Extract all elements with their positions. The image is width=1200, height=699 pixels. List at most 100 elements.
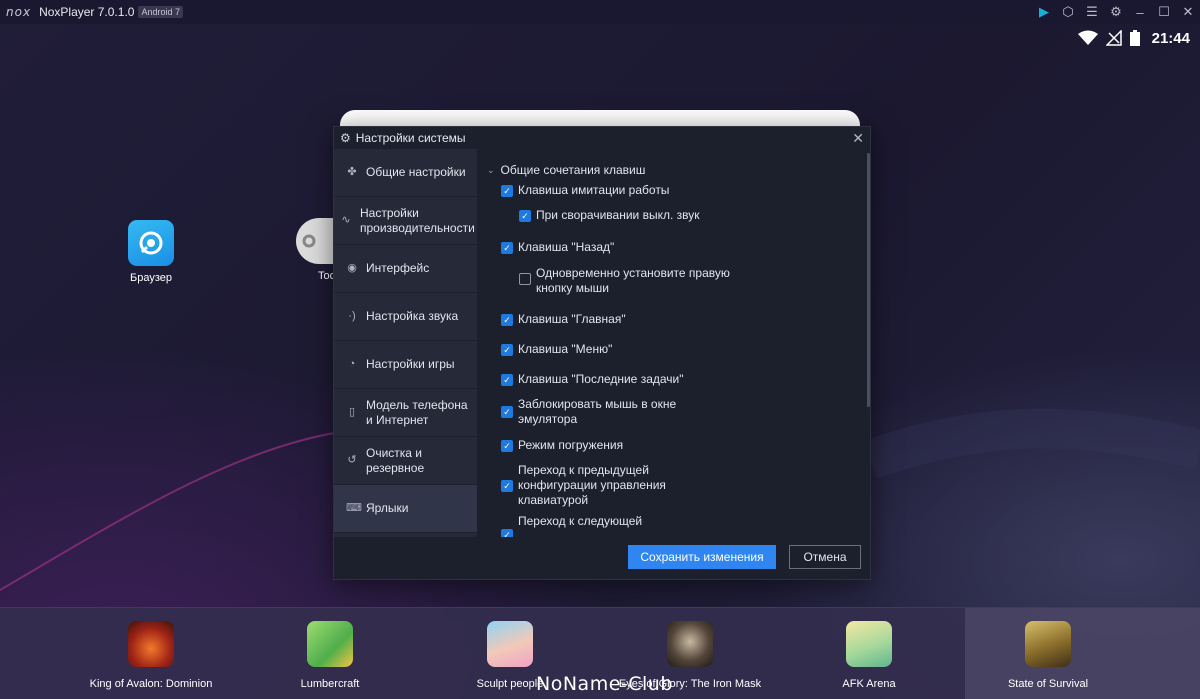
shortcut-row: ✓ Клавиша "Главная" [501,312,626,327]
checkbox[interactable]: ✓ [501,439,513,452]
save-button[interactable]: Сохранить изменения [628,545,776,569]
menu-icon[interactable]: ☰ [1080,0,1104,24]
settings-nav: ✤ Общие настройки ∿ Настройки производит… [334,149,477,537]
settings-icon[interactable]: ⚙ [1104,0,1128,24]
scrollbar[interactable] [867,153,870,407]
browser-icon [128,220,174,266]
phone-icon: ▯ [348,406,356,418]
window-controls: ▶ ⬡ ☰ ⚙ – ☐ ✕ [1032,0,1200,24]
system-settings-dialog: ⚙ Настройки системы ✕ ✤ Общие настройки … [333,126,871,580]
dialog-footer: Сохранить изменения Отмена [334,537,872,581]
checkbox[interactable]: ✓ [501,373,513,386]
shortcut-row: ✓ При сворачивании выкл. звук [519,208,700,223]
sculpt-people-icon [487,621,533,667]
keyboard-icon: ⌨ [346,502,362,514]
minimize-icon[interactable]: – [1128,0,1152,24]
dock-app-state-of-survival[interactable]: State of Survival [958,621,1138,690]
shortcut-label: Переход к предыдущей конфигурации управл… [518,463,666,507]
nav-item-label: Общие настройки [366,165,466,179]
checkbox[interactable] [519,273,531,285]
nav-item-label: Настройки игры [366,357,455,371]
nav-item-phone-model[interactable]: ▯ Модель телефона и Интернет [334,389,477,437]
nav-item-label: Ярлыки [366,501,409,515]
nav-item-performance[interactable]: ∿ Настройки производительности [334,197,477,245]
shortcuts-panel: ⌄ Общие сочетания клавиш ✓ Клавиша имита… [477,149,872,537]
gamepad-icon: ◔ [348,358,356,370]
nav-item-interface[interactable]: ◉ Интерфейс [334,245,477,293]
puzzle-icon: ✤ [347,166,357,178]
no-signal-icon [1105,30,1122,46]
shortcut-row: Одновременно установите правую кнопку мы… [519,266,739,296]
android-status-bar: 21:44 [1077,28,1190,48]
nav-item-sound[interactable]: ·) Настройка звука [334,293,477,341]
section-header[interactable]: ⌄ Общие сочетания клавиш [487,163,645,177]
dock-app-label: King of Avalon: Dominion [89,678,213,690]
shortcut-row: ✓ Клавиша "Последние задачи" [501,372,684,387]
eyes-of-glory-icon [667,621,713,667]
checkbox[interactable]: ✓ [501,529,513,537]
dialog-title: Настройки системы [355,131,466,145]
gear-icon: ⚙ [340,131,351,145]
section-title: Общие сочетания клавиш [500,163,646,177]
state-of-survival-icon [1025,621,1071,667]
shortcut-row: ✓ Клавиша имитации работы [501,183,669,198]
watermark: NoName-Club [536,673,673,695]
multi-instance-icon[interactable]: ⬡ [1056,0,1080,24]
dialog-header: ⚙ Настройки системы [334,127,870,149]
shortcut-label: При сворачивании выкл. звук [536,208,700,222]
nav-item-label: Настройки производительности [360,205,475,235]
shortcut-label: Одновременно установите правую кнопку мы… [536,266,730,295]
dock-app-lumbercraft[interactable]: Lumbercraft [240,621,420,690]
app-title: NoxPlayer 7.0.1.0 [39,5,135,19]
android-version-badge: Android 7 [138,6,183,18]
maximize-icon[interactable]: ☐ [1152,0,1176,24]
checkbox[interactable]: ✓ [501,406,513,418]
shortcut-label: Заблокировать мышь в окне эмулятора [518,397,677,426]
lumbercraft-icon [307,621,353,667]
shortcut-row: ✓ Заблокировать мышь в окне эмулятора [501,397,691,427]
close-icon[interactable]: ✕ [1176,0,1200,24]
afk-arena-icon [846,621,892,667]
play-icon[interactable]: ▶ [1032,0,1056,24]
backup-icon: ↺ [347,454,357,466]
nav-item-game[interactable]: ◔ Настройки игры [334,341,477,389]
dock-app-king-of-avalon[interactable]: King of Avalon: Dominion [61,621,241,690]
dock-app-afk-arena[interactable]: AFK Arena [779,621,959,690]
nav-item-label: Настройка звука [366,309,459,323]
shortcut-label: Клавиша "Последние задачи" [518,372,684,386]
shortcut-row: ✓ Режим погружения [501,438,623,453]
checkbox[interactable]: ✓ [501,184,513,197]
close-icon[interactable]: ✕ [852,130,864,147]
desktop-icon-label: Браузер [130,272,172,284]
nav-item-general[interactable]: ✤ Общие настройки [334,149,477,197]
checkbox[interactable]: ✓ [501,313,513,326]
shortcut-label: Режим погружения [518,438,624,452]
nav-item-label: Модель телефона и Интернет [366,397,468,427]
shortcut-label: Клавиша "Меню" [518,342,613,356]
dock-app-label: Lumbercraft [300,678,360,690]
shortcut-label: Переход к следующей [518,514,643,528]
shortcut-label: Клавиша "Назад" [518,240,615,254]
desktop-icon-browser[interactable]: Браузер [116,220,186,284]
cancel-button[interactable]: Отмена [789,545,861,569]
nox-logo: nox [6,5,32,19]
shortcut-row: ✓ Переход к следующей [501,514,701,537]
desktop-icon-tools[interactable]: Toc [296,218,336,282]
shortcut-label: Клавиша "Главная" [518,312,626,326]
checkbox[interactable]: ✓ [501,343,513,356]
chevron-down-icon: ⌄ [487,164,495,175]
nav-item-cleanup[interactable]: ↺ Очистка и резервное [334,437,477,485]
dock-app-label: State of Survival [1007,678,1089,690]
shortcut-row: ✓ Переход к предыдущей конфигурации упра… [501,463,701,508]
dock-app-label: AFK Arena [842,678,896,690]
checkbox[interactable]: ✓ [501,479,513,492]
checkbox[interactable]: ✓ [501,241,513,254]
checkbox[interactable]: ✓ [519,209,531,222]
king-of-avalon-icon [128,621,174,667]
nav-item-shortcuts[interactable]: ⌨ Ярлыки [334,485,477,533]
pulse-icon: ∿ [341,214,351,226]
shortcut-row: ✓ Клавиша "Меню" [501,342,612,357]
shortcut-label: Клавиша имитации работы [518,183,670,197]
clock: 21:44 [1151,29,1190,47]
eye-icon: ◉ [347,262,357,274]
